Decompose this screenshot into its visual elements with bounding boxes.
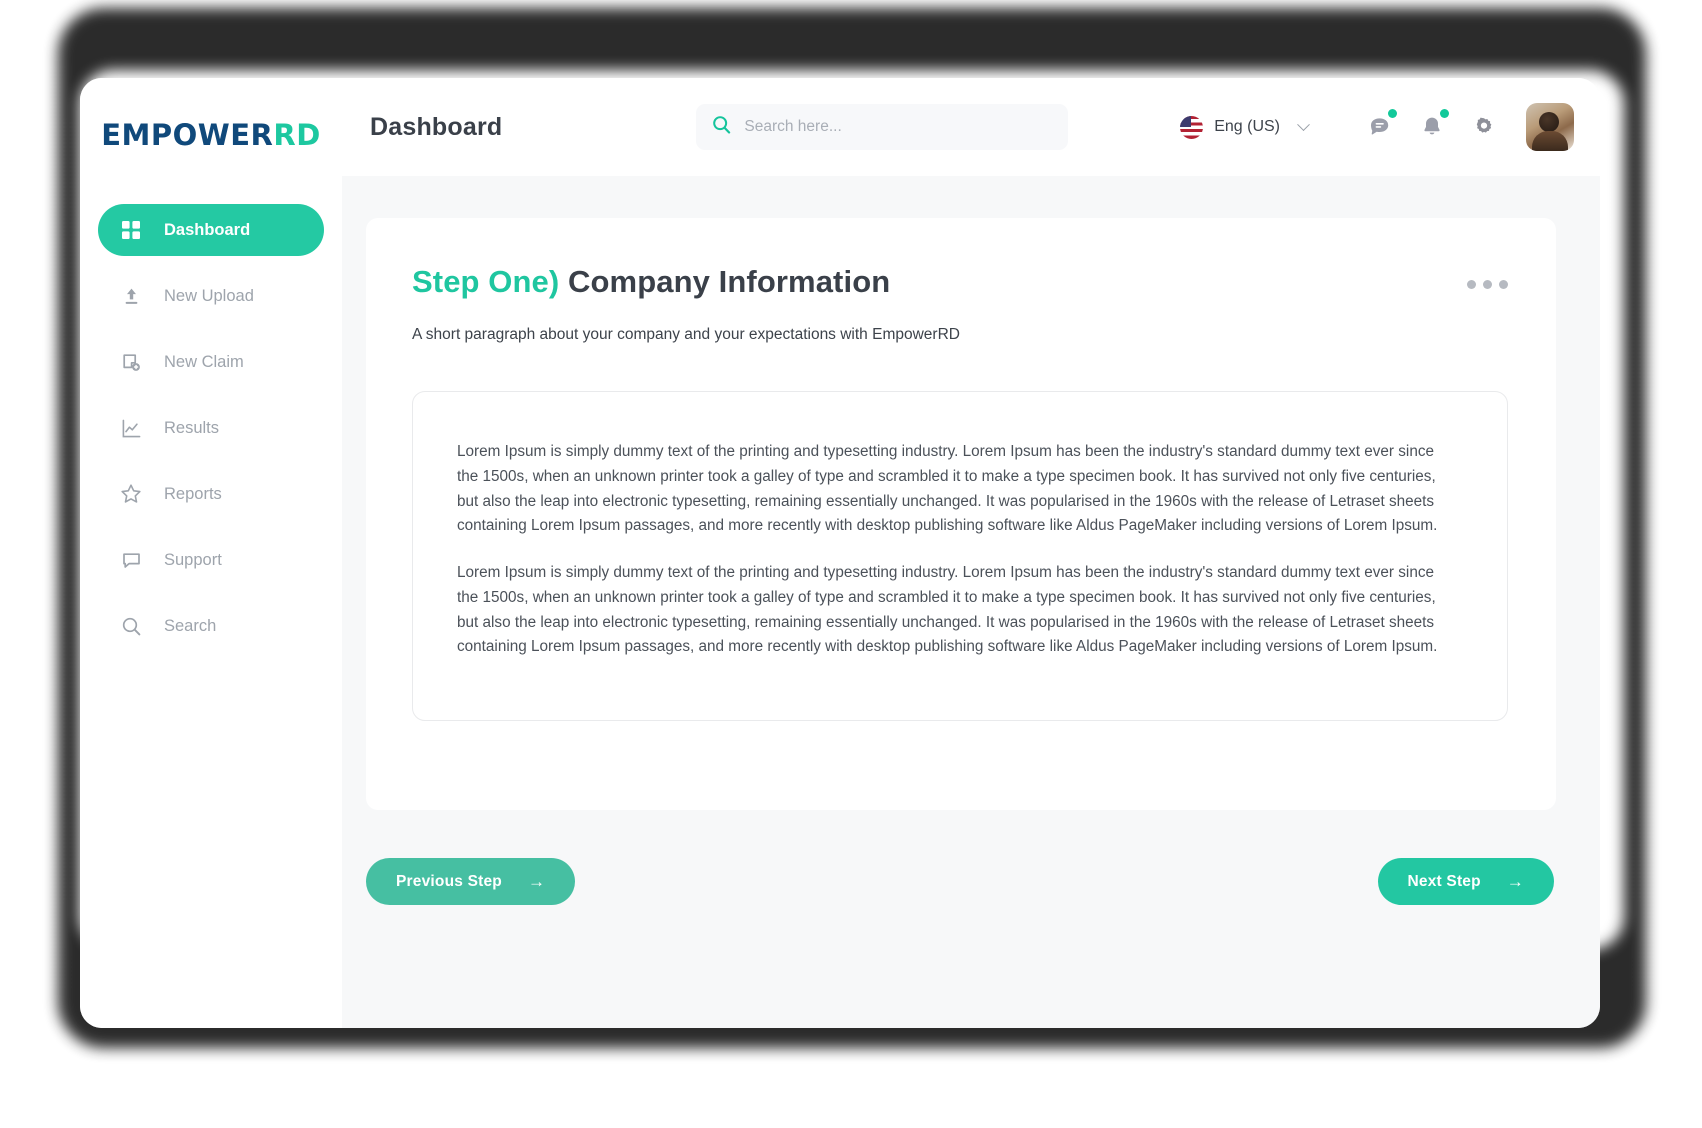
- search-bar[interactable]: [696, 104, 1069, 150]
- next-step-button[interactable]: Next Step →: [1377, 858, 1554, 905]
- next-step-label: Next Step: [1407, 872, 1481, 890]
- arrow-right-icon: →: [527, 872, 546, 891]
- previous-step-label: Previous Step: [396, 872, 502, 890]
- sidebar-item-dashboard[interactable]: Dashboard: [98, 204, 324, 256]
- notifications-button[interactable]: [1406, 103, 1458, 151]
- app-body: Dashboard New Upload New Claim Results R…: [80, 176, 1600, 1028]
- card-subtitle: A short paragraph about your company and…: [412, 326, 960, 343]
- sidebar-item-support[interactable]: Support: [98, 534, 324, 586]
- settings-button[interactable]: [1458, 103, 1510, 151]
- notifications-badge-dot: [1440, 109, 1449, 118]
- page-title: Dashboard: [370, 112, 503, 141]
- us-flag-icon: [1180, 115, 1204, 139]
- file-plus-icon: [120, 351, 142, 373]
- card-header: Step One) Company Information: [412, 264, 1508, 300]
- step-navigation: Previous Step → Next Step →: [366, 810, 1556, 905]
- user-avatar[interactable]: [1526, 103, 1574, 151]
- app-window: EMPOWERRD Dashboard Eng (US): [80, 78, 1600, 1028]
- speech-bubble-icon: [120, 549, 142, 571]
- step-label: Step One): [412, 264, 560, 299]
- top-bar-actions: Eng (US): [1180, 103, 1600, 151]
- sidebar-item-label: Results: [164, 418, 220, 437]
- sidebar-item-new-upload[interactable]: New Upload: [98, 270, 324, 322]
- main-content: Step One) Company Information A short pa…: [342, 176, 1600, 1028]
- upload-icon: [120, 285, 142, 307]
- line-chart-icon: [120, 417, 142, 439]
- arrow-right-icon: →: [1506, 872, 1524, 891]
- screenshot-stage: EMPOWERRD Dashboard Eng (US): [0, 0, 1702, 1128]
- messages-badge-dot: [1388, 109, 1397, 118]
- chevron-down-icon: [1297, 117, 1310, 131]
- dot-icon: [1499, 280, 1508, 289]
- messages-button[interactable]: [1354, 103, 1406, 151]
- step-card: Step One) Company Information A short pa…: [366, 218, 1556, 810]
- top-bar: EMPOWERRD Dashboard Eng (US): [80, 78, 1600, 176]
- more-options-button[interactable]: [1467, 264, 1508, 289]
- sidebar-item-label: Search: [164, 616, 217, 635]
- sidebar-item-label: Reports: [164, 484, 222, 503]
- language-label: Eng (US): [1214, 118, 1280, 135]
- dot-icon: [1483, 280, 1492, 289]
- dot-icon: [1467, 280, 1476, 289]
- sidebar-item-label: Support: [164, 550, 222, 569]
- sidebar-item-label: New Claim: [164, 352, 244, 371]
- sidebar-item-reports[interactable]: Reports: [98, 468, 324, 520]
- search-icon: [120, 615, 142, 637]
- sidebar-item-search[interactable]: Search: [98, 600, 324, 652]
- messages-icon: [1371, 118, 1389, 135]
- sidebar-item-new-claim[interactable]: New Claim: [98, 336, 324, 388]
- brand-logo[interactable]: EMPOWERRD: [80, 102, 342, 152]
- description-paragraph: Lorem Ipsum is simply dummy text of the …: [457, 443, 1438, 535]
- previous-step-button[interactable]: Previous Step →: [366, 858, 576, 905]
- search-input[interactable]: [744, 118, 1053, 136]
- settings-gear-icon: [1476, 117, 1492, 133]
- company-description-box[interactable]: Lorem Ipsum is simply dummy text of the …: [412, 391, 1508, 722]
- logo-text-primary: EMPOWER: [101, 118, 274, 152]
- step-heading: Company Information: [568, 264, 891, 299]
- sidebar-item-results[interactable]: Results: [98, 402, 324, 454]
- sidebar-nav: Dashboard New Upload New Claim Results R…: [80, 176, 342, 1028]
- sidebar-item-label: New Upload: [164, 286, 254, 305]
- step-title: Step One) Company Information: [412, 264, 890, 300]
- language-selector[interactable]: Eng (US): [1180, 115, 1310, 139]
- description-paragraph: Lorem Ipsum is simply dummy text of the …: [457, 564, 1438, 656]
- search-icon: [712, 115, 731, 139]
- grid-icon: [120, 219, 142, 241]
- logo-text-accent: RD: [273, 118, 321, 152]
- star-icon: [120, 483, 142, 505]
- notifications-bell-icon: [1424, 117, 1440, 135]
- sidebar-item-label: Dashboard: [164, 220, 251, 239]
